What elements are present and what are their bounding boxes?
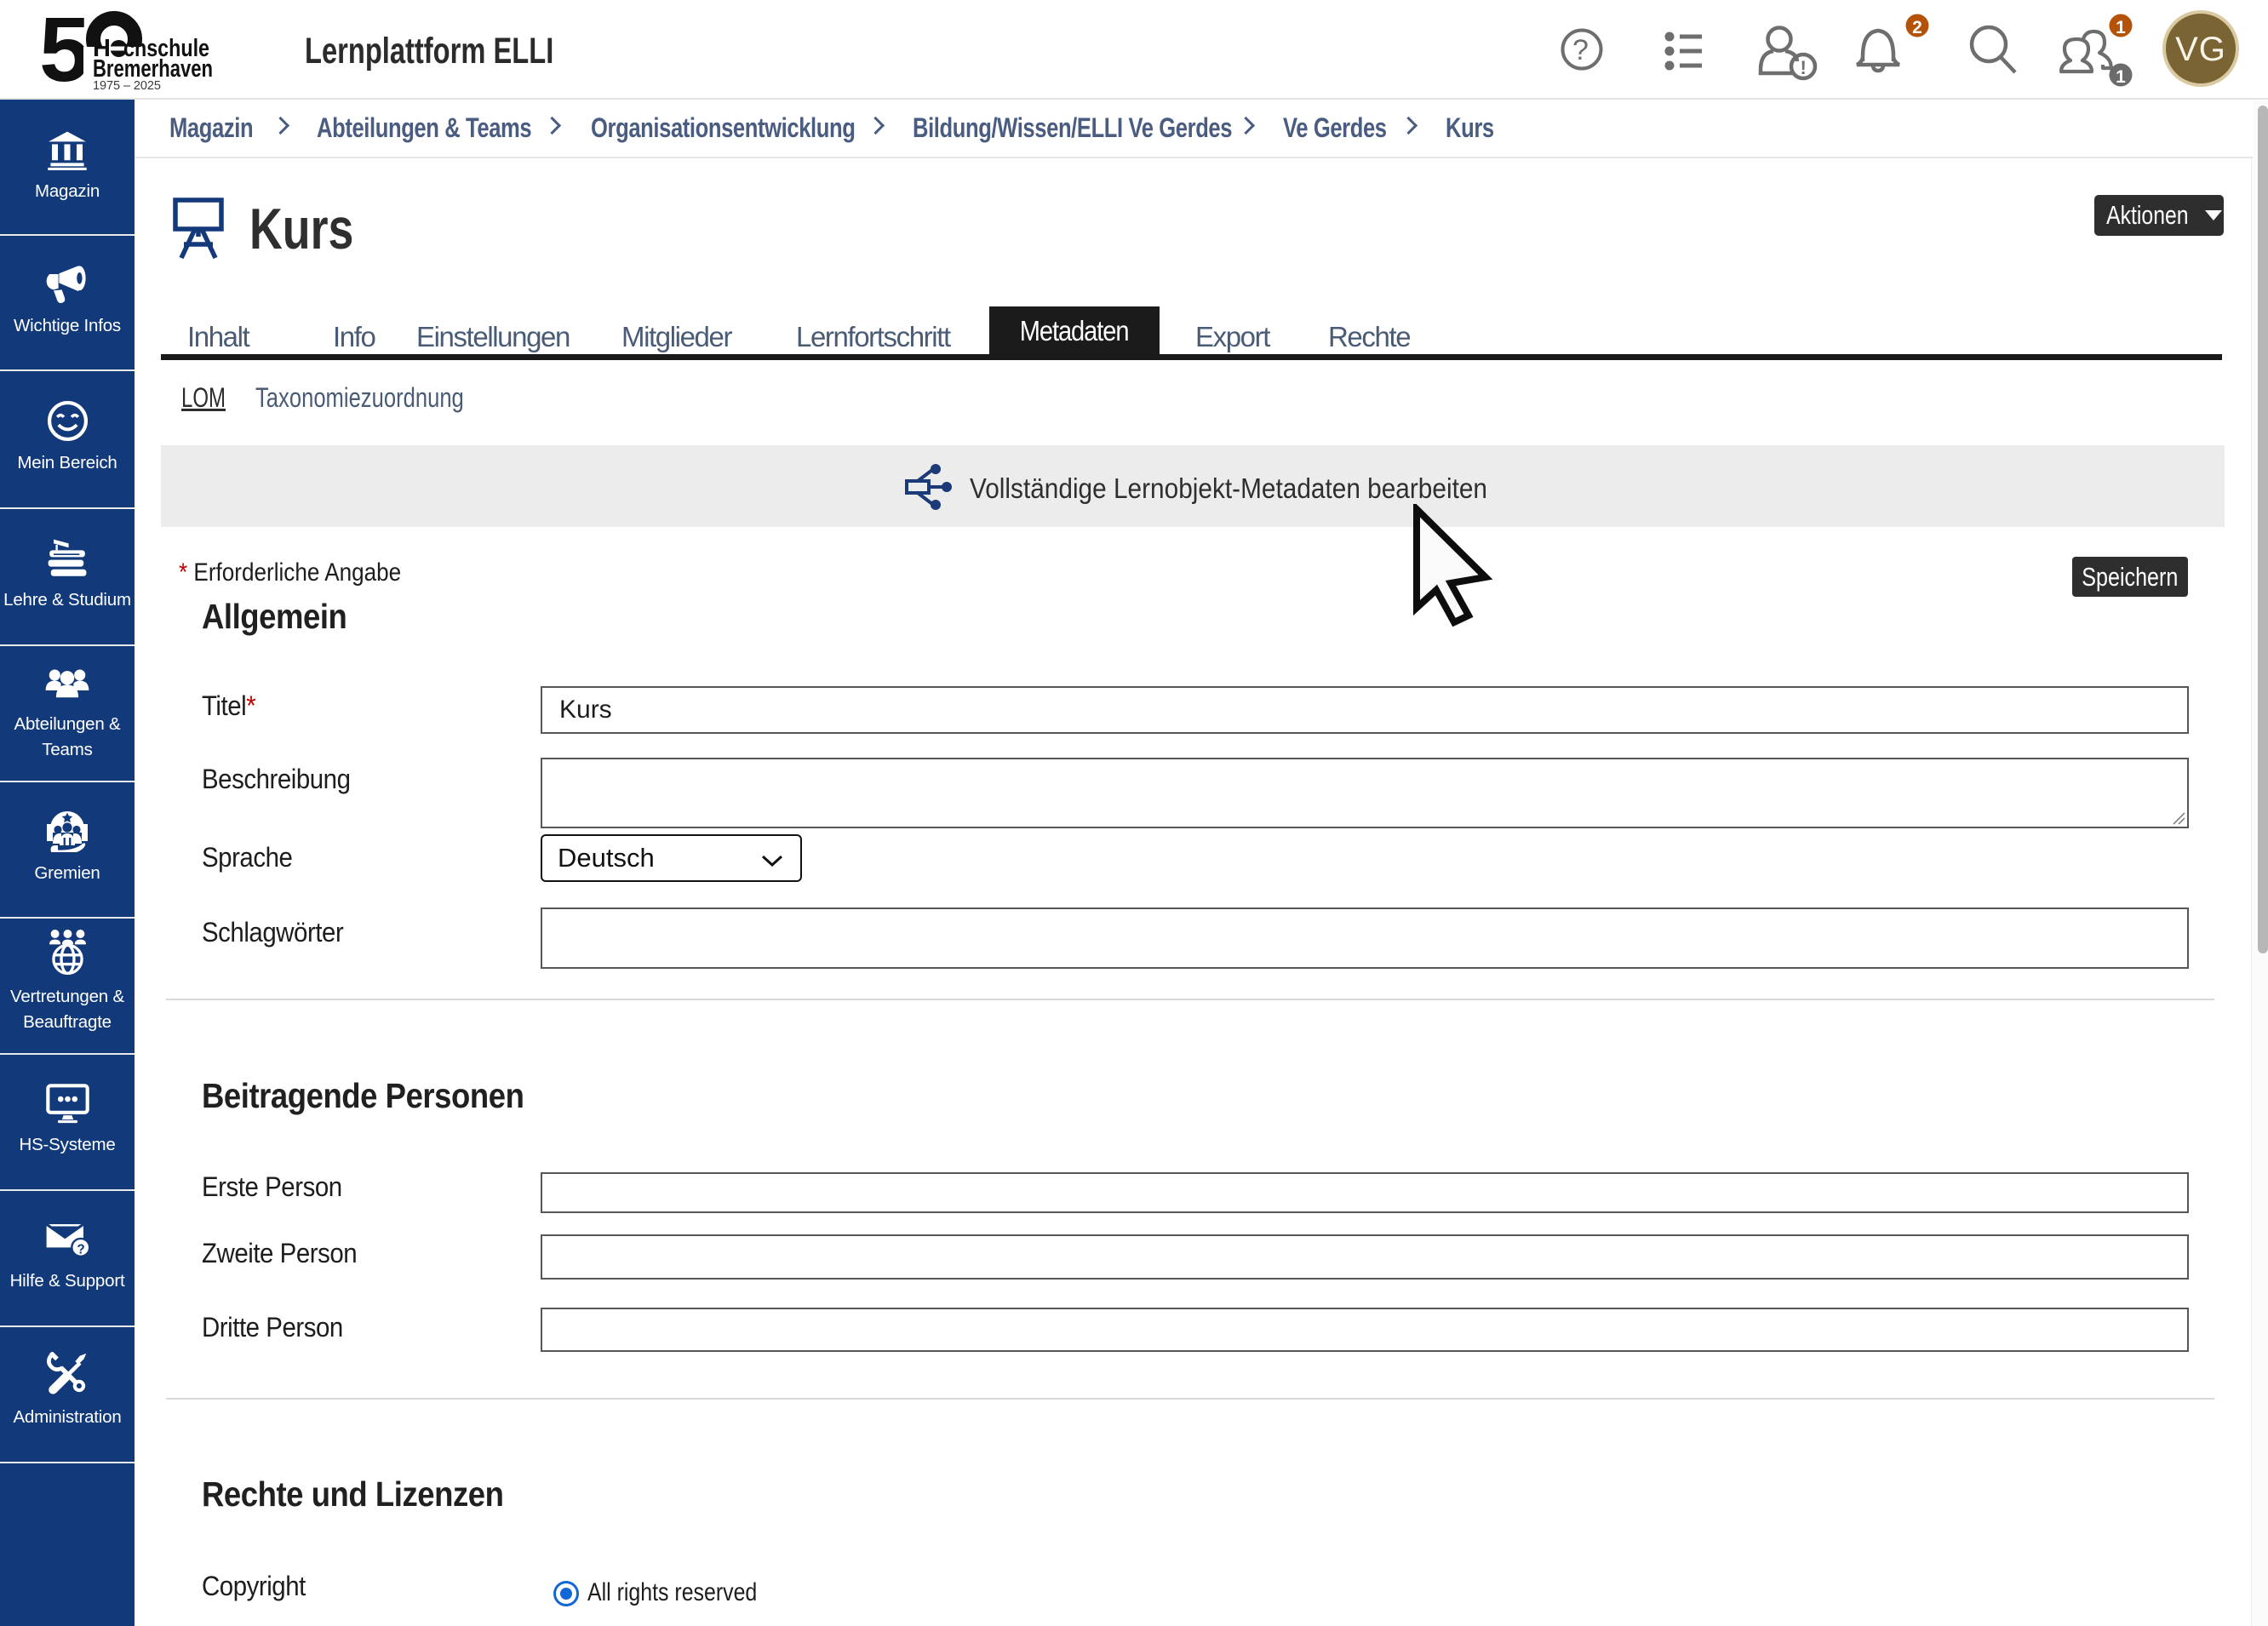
svg-text:?: ? [1572,34,1589,66]
svg-text:1: 1 [2116,67,2126,87]
svg-text:?: ? [77,1243,84,1257]
svg-text:!: ! [1801,57,1807,78]
svg-text:VG: VG [2175,31,2226,68]
svg-text:1975 – 2025: 1975 – 2025 [93,79,161,93]
svg-text:2: 2 [1912,18,1922,37]
svg-text:1: 1 [2116,18,2126,37]
svg-text:5: 5 [39,7,90,95]
